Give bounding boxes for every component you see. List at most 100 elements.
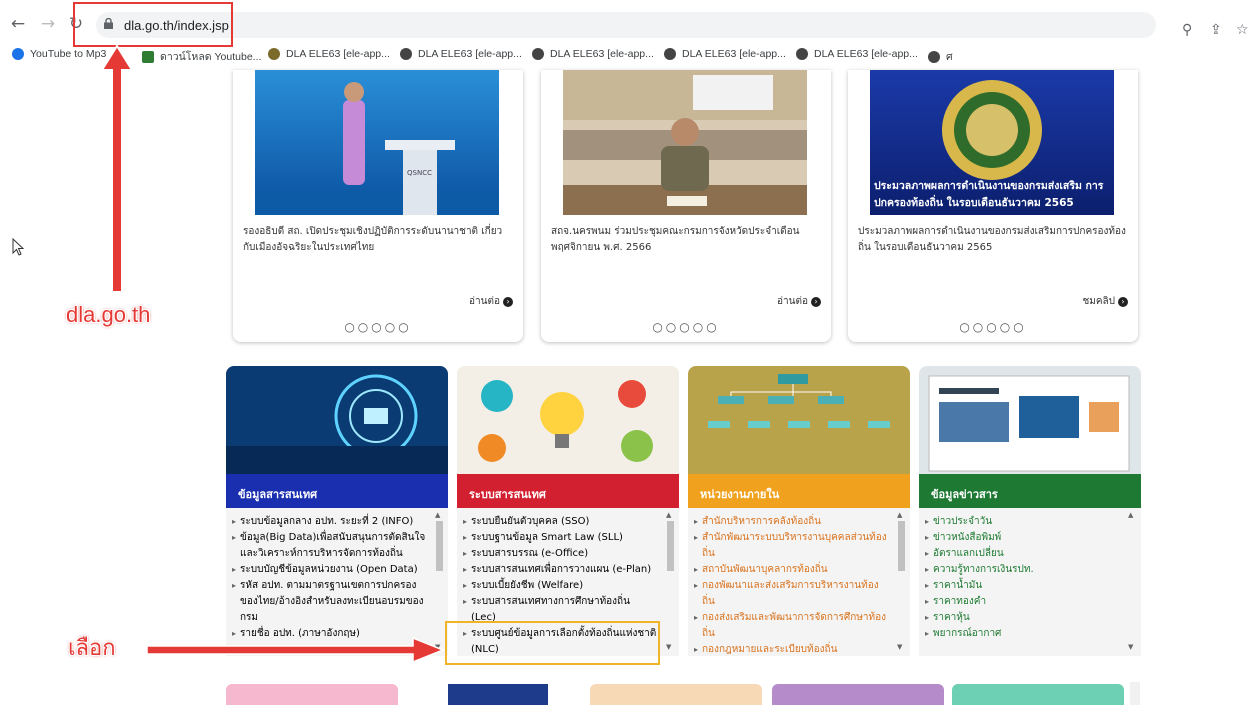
page-scrollbar[interactable] <box>1130 682 1140 705</box>
list-item[interactable]: ระบบฐานข้อมูล Smart Law (SLL) <box>463 530 657 546</box>
panel-internal-units: หน่วยงานภายใน สำนักบริหารการคลังท้องถิ่น… <box>688 366 910 656</box>
panel-scrollbar[interactable]: ▲ ▼ <box>665 511 675 651</box>
news-caption: รองอธิบดี สถ. เปิดประชุมเชิงปฏิบัติการระ… <box>243 226 503 253</box>
list-item[interactable]: ระบบบัญชีข้อมูลหน่วยงาน (Open Data) <box>232 562 426 578</box>
address-bar[interactable] <box>96 12 1156 38</box>
scroll-down-icon[interactable]: ▼ <box>666 643 671 651</box>
watch-clip-link[interactable]: ชมคลิป › <box>1082 294 1128 309</box>
panel-information-systems: ระบบสารสนเทศ ระบบยืนยันตัวบุคคล (SSO) ระ… <box>457 366 679 656</box>
list-item[interactable]: สำนักพัฒนาระบบบริหารงานบุคคลส่วนท้องถิ่น <box>694 530 888 562</box>
share-icon[interactable]: ⇪ <box>1210 22 1222 38</box>
panel-link-list: ข่าวประจำวัน ข่าวหนังสือพิมพ์ อัตราแลกเป… <box>925 514 1119 642</box>
read-more-link[interactable]: อ่านต่อ › <box>469 294 513 309</box>
panel-header: ข้อมูลสารสนเทศ <box>226 474 448 508</box>
bottom-tile[interactable] <box>772 684 944 705</box>
panel-news-info: ข้อมูลข่าวสาร ข่าวประจำวัน ข่าวหนังสือพิ… <box>919 366 1141 656</box>
scroll-up-icon[interactable]: ▲ <box>666 511 671 519</box>
bookmark-item[interactable]: DLA ELE63 [ele-app... <box>664 48 786 60</box>
list-item[interactable]: กองกฎหมายและระเบียบท้องถิ่น <box>694 642 888 656</box>
list-item[interactable]: กองส่งเสริมและพัฒนาการจัดการศึกษาท้องถิ่… <box>694 610 888 642</box>
list-item[interactable]: พยากรณ์อากาศ <box>925 626 1119 642</box>
bottom-tile[interactable] <box>226 684 398 705</box>
bookmark-star-icon[interactable]: ☆ <box>1236 22 1249 38</box>
list-item[interactable]: ระบบยืนยันตัวบุคคล (SSO) <box>463 514 657 530</box>
bookmark-favicon-icon <box>664 48 676 60</box>
list-item[interactable]: สถาบันพัฒนาบุคลากรท้องถิ่น <box>694 562 888 578</box>
news-image <box>563 70 807 215</box>
forward-icon[interactable]: → <box>38 14 58 34</box>
bottom-tile[interactable] <box>952 684 1124 705</box>
bookmark-favicon-icon <box>928 50 940 63</box>
panel-header: หน่วยงานภายใน <box>688 474 910 508</box>
list-item[interactable]: ราคาทองคำ <box>925 594 1119 610</box>
scroll-up-icon[interactable]: ▲ <box>1128 511 1133 519</box>
news-card[interactable]: ประมวลภาพผลการดำเนินงานของกรมส่งเสริม กา… <box>848 70 1138 342</box>
choose-annotation-label: เลือก <box>68 635 116 660</box>
panel-information-data: ข้อมูลสารสนเทศ ระบบข้อมูลกลาง อปท. ระยะท… <box>226 366 448 656</box>
panel-image <box>226 366 448 474</box>
bookmark-item[interactable]: DLA ELE63 [ele-app... <box>400 48 522 60</box>
mouse-cursor-icon <box>12 238 24 256</box>
list-item[interactable]: ระบบสารบรรณ (e-Office) <box>463 546 657 562</box>
list-item[interactable]: ข้อมูล(Big Data)เพื่อสนับสนุนการตัดสินใจ… <box>232 530 426 562</box>
list-item[interactable]: ระบบสารสนเทศเพื่อการวางแผน (e-Plan) <box>463 562 657 578</box>
panel-image <box>919 366 1141 474</box>
panel-image <box>457 366 679 474</box>
scroll-down-icon[interactable]: ▼ <box>1128 643 1133 651</box>
list-item[interactable]: รหัส อปท. ตามมาตรฐานเขตการปกครองของไทย/อ… <box>232 578 426 626</box>
bookmark-favicon-icon <box>400 48 412 60</box>
news-card[interactable]: สถจ.นครพนม ร่วมประชุมคณะกรมการจังหวัดประ… <box>541 70 831 342</box>
panel-link-list: ระบบข้อมูลกลาง อปท. ระยะที่ 2 (INFO) ข้อ… <box>232 514 426 642</box>
news-image: QSNCC <box>255 70 499 215</box>
bookmark-item[interactable]: ศ <box>928 48 953 65</box>
scrollbar-thumb[interactable] <box>436 521 443 571</box>
list-item[interactable]: ระบบข้อมูลกลาง อปท. ระยะที่ 2 (INFO) <box>232 514 426 530</box>
panel-header: ระบบสารสนเทศ <box>457 474 679 508</box>
list-item[interactable]: ราคาน้ำมัน <box>925 578 1119 594</box>
list-item[interactable]: ข่าวหนังสือพิมพ์ <box>925 530 1119 546</box>
news-card[interactable]: QSNCC รองอธิบดี สถ. เปิดประชุมเชิงปฏิบัต… <box>233 70 523 342</box>
scrollbar-thumb[interactable] <box>667 521 674 571</box>
scroll-down-icon[interactable]: ▼ <box>897 643 902 651</box>
read-more-link[interactable]: อ่านต่อ › <box>777 294 821 309</box>
panel-scrollbar[interactable]: ▲ ▼ <box>896 511 906 651</box>
scroll-up-icon[interactable]: ▲ <box>897 511 902 519</box>
bookmark-item[interactable]: DLA ELE63 [ele-app... <box>796 48 918 60</box>
list-item[interactable]: สำนักบริหารการคลังท้องถิ่น <box>694 514 888 530</box>
bookmark-item[interactable]: DLA ELE63 [ele-app... <box>532 48 654 60</box>
panel-scrollbar[interactable]: ▲ ▼ <box>434 511 444 651</box>
bookmark-favicon-icon <box>796 48 808 60</box>
bottom-tile[interactable] <box>448 684 548 705</box>
svg-text:QSNCC: QSNCC <box>407 169 432 177</box>
bookmark-favicon-icon <box>12 48 24 60</box>
news-caption: ประมวลภาพผลการดำเนินงานของกรมส่งเสริมการ… <box>858 226 1126 253</box>
carousel-dots[interactable]: ○○○○○ <box>233 320 523 334</box>
list-item[interactable]: ระบบเบี้ยยังชีพ (Welfare) <box>463 578 657 594</box>
list-item[interactable]: อัตราแลกเปลี่ยน <box>925 546 1119 562</box>
browser-chrome: ← → ↻ dla.go.th/index.jsp ⚲ ⇪ ☆ YouTube … <box>0 0 1253 70</box>
bookmark-favicon-icon <box>532 48 544 60</box>
carousel-dots[interactable]: ○○○○○ <box>541 320 831 334</box>
panel-scrollbar[interactable]: ▲ ▼ <box>1127 511 1137 651</box>
list-item[interactable]: ความรู้ทางการเงินรปท. <box>925 562 1119 578</box>
nlc-highlight-box <box>445 621 660 665</box>
list-item[interactable]: ราคาหุ้น <box>925 610 1119 626</box>
scrollbar-thumb[interactable] <box>898 521 905 571</box>
zoom-icon[interactable]: ⚲ <box>1182 22 1192 38</box>
bookmark-favicon-icon <box>142 50 154 63</box>
url-highlight-box <box>73 2 233 47</box>
panel-image <box>688 366 910 474</box>
back-icon[interactable]: ← <box>8 14 28 34</box>
bookmark-item[interactable]: ดาวน์โหลด Youtube... <box>142 48 261 65</box>
bookmark-item[interactable]: DLA ELE63 [ele-app... <box>268 48 390 60</box>
up-arrow-annotation <box>100 44 134 293</box>
list-item[interactable]: ข่าวประจำวัน <box>925 514 1119 530</box>
carousel-dots[interactable]: ○○○○○ <box>848 320 1138 334</box>
bottom-tile[interactable] <box>590 684 762 705</box>
list-item[interactable]: กองพัฒนาและส่งเสริมการบริหารงานท้องถิ่น <box>694 578 888 610</box>
bookmark-favicon-icon <box>268 48 280 60</box>
news-caption: สถจ.นครพนม ร่วมประชุมคณะกรมการจังหวัดประ… <box>551 226 800 253</box>
scroll-up-icon[interactable]: ▲ <box>435 511 440 519</box>
arrow-right-icon: › <box>503 297 513 307</box>
panel-header: ข้อมูลข่าวสาร <box>919 474 1141 508</box>
